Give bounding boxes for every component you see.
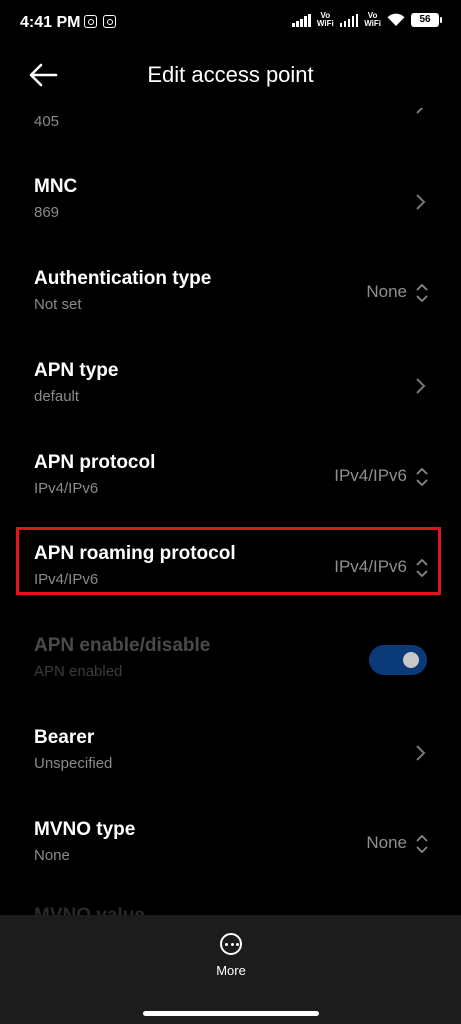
highlight-box [16, 527, 441, 595]
apn-enabled-toggle [369, 645, 427, 675]
toggle-knob [403, 652, 419, 668]
row-subtitle: default [34, 388, 80, 405]
row-subtitle: APN enabled [34, 663, 123, 680]
mcc-subtitle: 405 [34, 113, 60, 130]
row-title: Bearer [34, 727, 95, 748]
bottom-bar: More [0, 915, 461, 1024]
battery-level: 56 [419, 14, 431, 25]
row-mvno-type[interactable]: MVNO type None None [0, 815, 461, 895]
instagram-icon [84, 15, 97, 28]
home-indicator[interactable] [143, 1011, 319, 1016]
up-down-arrows-icon [416, 834, 428, 854]
screen: 4:41 PM Vo WiFi Vo WiFi 56 Edit access p… [0, 0, 461, 1024]
row-mnc[interactable]: MNC 869 [0, 172, 461, 252]
row-apn-protocol[interactable]: APN protocol IPv4/IPv6 IPv4/IPv6 [0, 448, 461, 528]
row-title: MVNO type [34, 819, 136, 840]
chevron-right-icon [416, 378, 426, 394]
status-time: 4:41 PM [20, 14, 81, 31]
row-title: APN type [34, 360, 119, 381]
row-subtitle: Unspecified [34, 755, 113, 772]
row-subtitle: Not set [34, 296, 82, 313]
row-title: APN protocol [34, 452, 156, 473]
instagram-icon [103, 15, 116, 28]
battery-icon: 56 [411, 13, 442, 27]
more-options-icon [220, 933, 242, 955]
row-subtitle: None [34, 847, 70, 864]
row-value: None [366, 282, 407, 301]
vowifi-icon: Vo WiFi [316, 11, 334, 28]
signal-icon [339, 13, 359, 27]
page-title: Edit access point [147, 62, 314, 87]
row-authentication-type[interactable]: Authentication type Not set None [0, 264, 461, 344]
header: Edit access point [0, 48, 461, 104]
chevron-right-icon [416, 194, 426, 210]
row-apn-enable-disable: APN enable/disable APN enabled [0, 631, 461, 711]
status-bar: 4:41 PM Vo WiFi Vo WiFi 56 [0, 0, 461, 48]
wifi-icon [387, 13, 405, 26]
up-down-arrows-icon [416, 467, 428, 487]
row-title: APN enable/disable [34, 635, 211, 656]
row-apn-type[interactable]: APN type default [0, 356, 461, 436]
status-app-icons [84, 15, 116, 28]
more-label: More [216, 963, 246, 978]
more-button[interactable]: More [190, 933, 272, 1003]
signal-icon [292, 13, 311, 27]
row-value: IPv4/IPv6 [334, 466, 407, 485]
row-value: None [366, 833, 407, 852]
row-title: Authentication type [34, 268, 212, 289]
row-title: MNC [34, 176, 78, 197]
up-down-arrows-icon [416, 283, 428, 303]
row-bearer[interactable]: Bearer Unspecified [0, 723, 461, 803]
status-indicators: Vo WiFi Vo WiFi 56 [292, 11, 442, 28]
vowifi-icon: Vo WiFi [364, 11, 381, 28]
chevron-right-icon [416, 745, 426, 761]
row-subtitle: 869 [34, 204, 60, 221]
row-subtitle: IPv4/IPv6 [34, 480, 99, 497]
